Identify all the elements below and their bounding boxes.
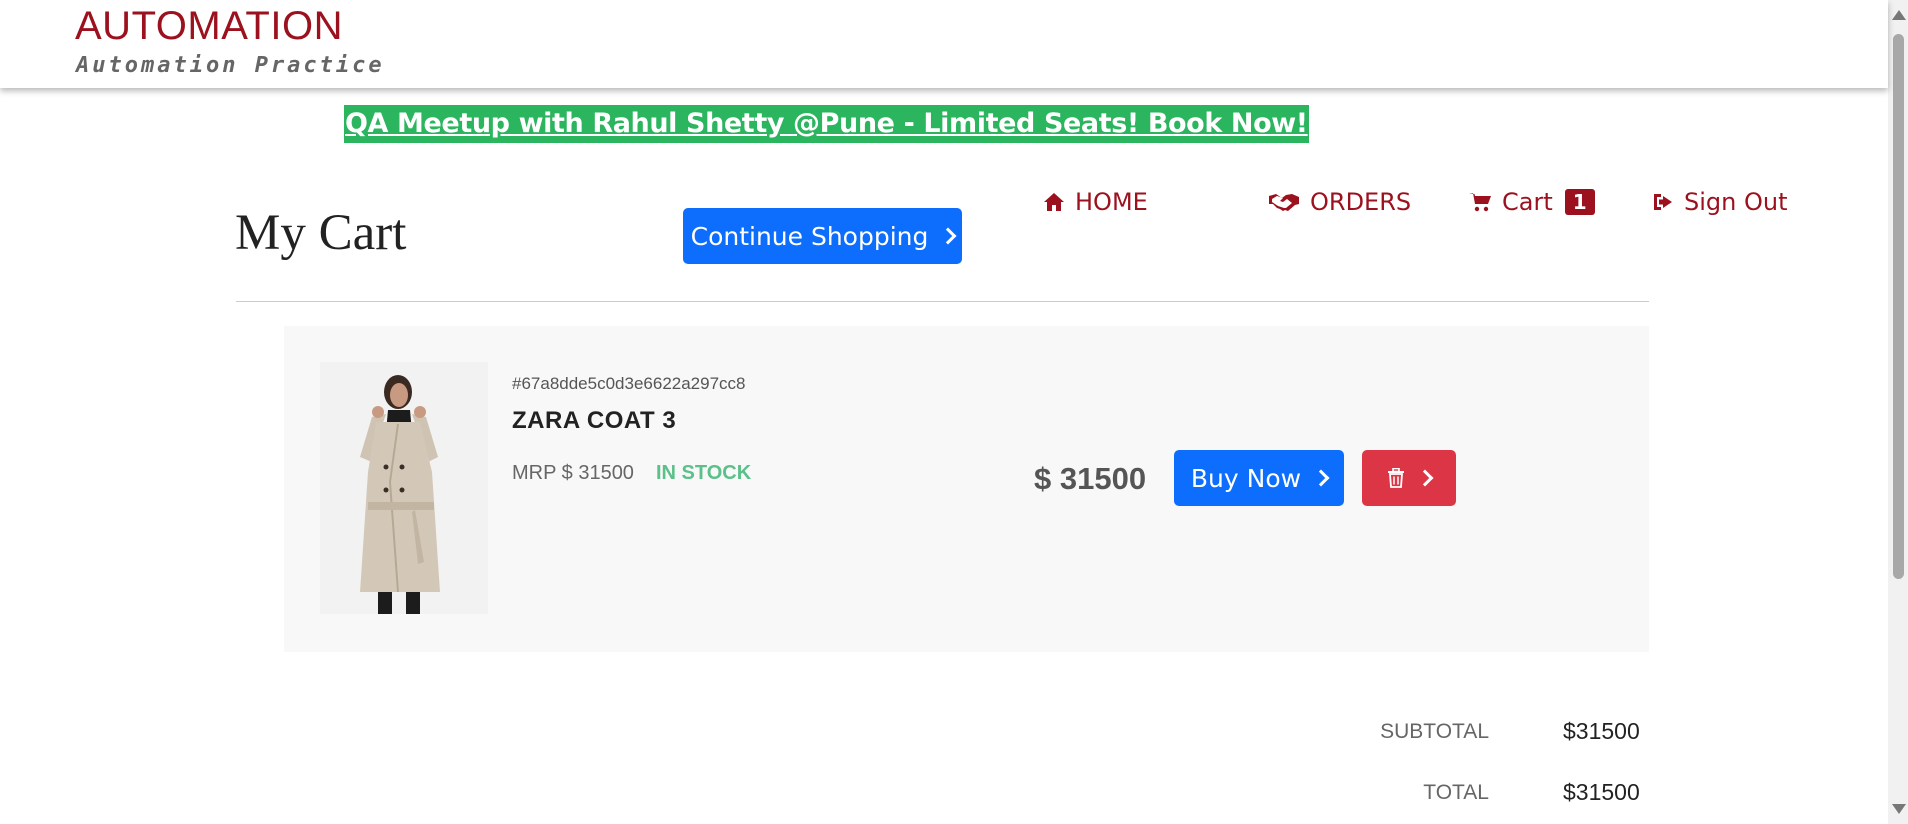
nav-home[interactable]: HOME [1043, 185, 1148, 219]
cart-item: #67a8dde5c0d3e6622a297cc8 ZARA COAT 3 MR… [284, 326, 1649, 652]
sign-out-icon [1654, 194, 1672, 210]
scroll-up-arrow-icon[interactable] [1892, 10, 1906, 20]
scroll-down-arrow-icon[interactable] [1892, 804, 1906, 814]
coat-photo-icon [320, 362, 488, 614]
continue-shopping-button[interactable]: Continue Shopping [683, 208, 962, 264]
subtotal-value: $31500 [1563, 718, 1640, 744]
continue-shopping-label: Continue Shopping [690, 221, 929, 251]
nav-sign-out-label: Sign Out [1684, 188, 1788, 216]
product-price: $ 31500 [1034, 461, 1147, 496]
home-icon [1044, 193, 1064, 211]
product-name: ZARA COAT 3 [512, 407, 677, 434]
title-divider [236, 301, 1649, 302]
product-image[interactable] [320, 362, 488, 614]
trash-icon [1388, 468, 1404, 488]
nav-orders[interactable]: ORDERS [1268, 185, 1411, 219]
product-mrp: MRP $ 31500 [512, 462, 634, 484]
buy-now-label: Buy Now [1190, 463, 1302, 493]
chevron-right-icon [1416, 469, 1434, 487]
buy-now-button[interactable]: Buy Now [1174, 450, 1344, 506]
subtotal-label: SUBTOTAL [1380, 720, 1489, 743]
delete-item-button[interactable] [1362, 450, 1456, 506]
cart-count-badge: 1 [1564, 189, 1595, 215]
total-label: TOTAL [1423, 781, 1489, 804]
stock-status: IN STOCK [656, 462, 752, 484]
product-id: #67a8dde5c0d3e6622a297cc8 [512, 374, 746, 393]
top-header: AUTOMATION Automation Practice [0, 0, 1888, 88]
total-value: $31500 [1563, 779, 1640, 805]
logo-title: AUTOMATION [75, 4, 343, 48]
cart-icon [1469, 193, 1491, 212]
chevron-right-icon [1312, 469, 1330, 487]
nav-home-label: HOME [1075, 188, 1148, 216]
chevron-right-icon [939, 227, 957, 245]
logo-subtitle: Automation Practice [76, 53, 385, 78]
nav-cart[interactable]: Cart 1 [1468, 185, 1595, 219]
scroll-thumb[interactable] [1893, 34, 1904, 579]
handshake-icon [1269, 194, 1299, 211]
nav-sign-out[interactable]: Sign Out [1652, 185, 1788, 219]
vertical-scrollbar[interactable] [1888, 0, 1908, 824]
page-title: My Cart [235, 205, 407, 261]
nav-cart-label: Cart [1502, 188, 1553, 216]
meetup-banner-link[interactable]: QA Meetup with Rahul Shetty @Pune - Limi… [344, 105, 1309, 143]
nav-orders-label: ORDERS [1310, 188, 1412, 216]
